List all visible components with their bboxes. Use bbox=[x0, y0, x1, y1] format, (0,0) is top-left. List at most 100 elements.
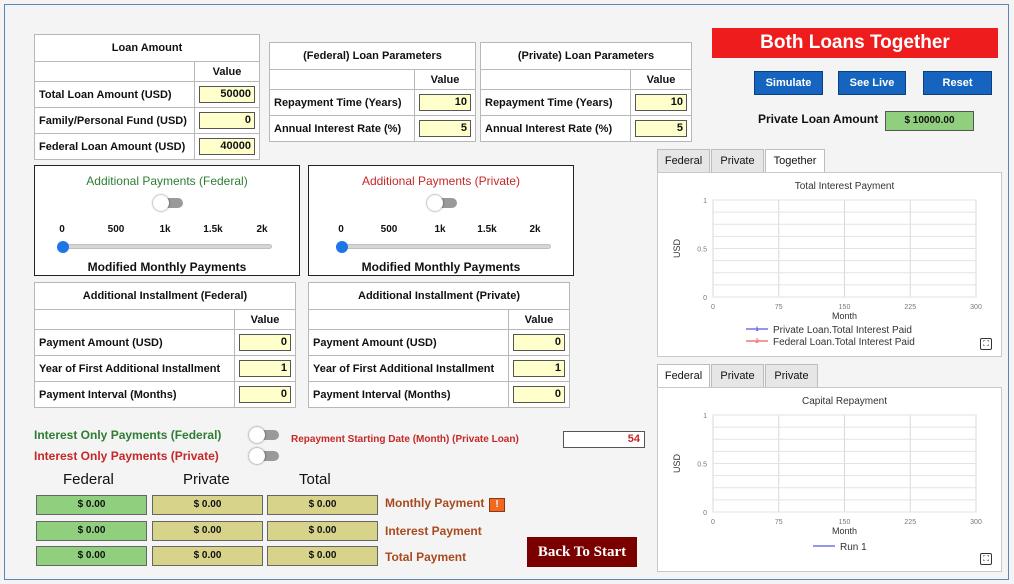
fed-interval-label: Payment Interval (Months) bbox=[34, 381, 235, 408]
fed-first-year-label: Year of First Additional Installment bbox=[34, 355, 235, 382]
results-header-private: Private bbox=[183, 471, 230, 488]
x-tick-label: 225 bbox=[904, 519, 916, 526]
total-loan-input[interactable]: 50000 bbox=[199, 86, 255, 103]
private-params-table: (Private) Loan Parameters Value Repaymen… bbox=[480, 42, 692, 142]
tab-private[interactable]: Private bbox=[711, 149, 764, 173]
x-tick-label: 225 bbox=[904, 304, 916, 311]
pri-repay-time-input[interactable]: 10 bbox=[635, 94, 687, 111]
legend-entry: Private Loan.Total Interest Paid bbox=[773, 325, 912, 336]
addpay-federal-ticks: 0 500 1k 1.5k 2k bbox=[35, 224, 299, 236]
tab-federal[interactable]: Federal bbox=[657, 149, 710, 173]
tick-label: 1k bbox=[159, 224, 171, 235]
fed-payment-amount-input[interactable]: 0 bbox=[239, 334, 291, 351]
installment-federal-title: Additional Installment (Federal) bbox=[34, 282, 296, 310]
federal-loan-input[interactable]: 40000 bbox=[199, 138, 255, 155]
addpay-private-title: Additional Payments (Private) bbox=[361, 174, 521, 188]
additional-payments-federal-panel: Additional Payments (Federal) 0 500 1k 1… bbox=[34, 165, 300, 276]
value-header: Value bbox=[414, 69, 476, 90]
x-tick-label: 300 bbox=[970, 519, 982, 526]
chart-title: Capital Repayment bbox=[802, 396, 887, 407]
pri-payment-amount-label: Payment Amount (USD) bbox=[308, 329, 509, 356]
fed-interval-input[interactable]: 0 bbox=[239, 386, 291, 403]
addpay-private-slider-thumb[interactable] bbox=[336, 241, 348, 253]
legend-marker: 1 bbox=[755, 327, 759, 333]
family-fund-input[interactable]: 0 bbox=[199, 112, 255, 129]
value-header: Value bbox=[630, 69, 692, 90]
value-header: Value bbox=[508, 309, 570, 330]
interest-payment-label: Interest Payment bbox=[385, 524, 482, 538]
family-fund-label: Family/Personal Fund (USD) bbox=[34, 107, 195, 134]
tick-label: 2k bbox=[256, 224, 268, 235]
interest-only-private-toggle[interactable] bbox=[249, 448, 279, 464]
pri-rate-input[interactable]: 5 bbox=[635, 120, 687, 137]
addpay-private-slider-track[interactable] bbox=[341, 244, 551, 249]
x-axis-label: Month bbox=[832, 311, 857, 321]
x-tick-label: 150 bbox=[839, 519, 851, 526]
pri-interval-label: Payment Interval (Months) bbox=[308, 381, 509, 408]
simulate-button[interactable]: Simulate bbox=[754, 71, 823, 95]
tab-federal[interactable]: Federal bbox=[657, 364, 710, 388]
chart-tabs-top: Federal Private Together bbox=[657, 149, 857, 173]
tab-together[interactable]: Together bbox=[765, 149, 825, 173]
addpay-private-modified-label: Modified Monthly Payments bbox=[361, 260, 521, 274]
interest-only-private-label: Interest Only Payments (Private) bbox=[34, 449, 219, 463]
addpay-federal-title: Additional Payments (Federal) bbox=[86, 174, 248, 188]
pri-interval-input[interactable]: 0 bbox=[513, 386, 565, 403]
interest-payment-federal: $ 0.00 bbox=[36, 521, 147, 541]
tab-private[interactable]: Private bbox=[711, 364, 764, 388]
addpay-federal-toggle[interactable] bbox=[153, 195, 183, 211]
monthly-payment-federal: $ 0.00 bbox=[36, 495, 147, 515]
back-to-start-button[interactable]: Back To Start bbox=[527, 537, 637, 567]
capital-repayment-chart: Capital Repayment 0 75 150 225 300 0 0.5 1 Month U… bbox=[672, 396, 982, 553]
y-axis-label: USD bbox=[672, 239, 682, 259]
fed-first-year-input[interactable]: 1 bbox=[239, 360, 291, 377]
private-params-title: (Private) Loan Parameters bbox=[480, 42, 692, 70]
total-payment-total: $ 0.00 bbox=[267, 546, 378, 566]
interest-only-federal-label: Interest Only Payments (Federal) bbox=[34, 428, 222, 442]
mode-banner: Both Loans Together bbox=[712, 28, 998, 58]
legend-entry: Federal Loan.Total Interest Paid bbox=[773, 337, 915, 348]
tick-label: 500 bbox=[107, 224, 125, 235]
total-payment-label: Total Payment bbox=[385, 550, 467, 564]
x-tick-label: 75 bbox=[775, 304, 783, 311]
pri-first-year-input[interactable]: 1 bbox=[513, 360, 565, 377]
expand-icon[interactable]: ⛶ bbox=[980, 338, 992, 350]
addpay-private-toggle[interactable] bbox=[427, 195, 457, 211]
loan-amount-title: Loan Amount bbox=[34, 34, 260, 62]
federal-params-title: (Federal) Loan Parameters bbox=[269, 42, 476, 70]
x-tick-label: 75 bbox=[775, 519, 783, 526]
federal-params-table: (Federal) Loan Parameters Value Repaymen… bbox=[269, 42, 476, 142]
pri-first-year-label: Year of First Additional Installment bbox=[308, 355, 509, 382]
addpay-federal-slider-thumb[interactable] bbox=[57, 241, 69, 253]
fed-repay-time-input[interactable]: 10 bbox=[419, 94, 471, 111]
value-header: Value bbox=[234, 309, 296, 330]
repay-start-input[interactable]: 54 bbox=[563, 431, 645, 448]
pri-payment-amount-input[interactable]: 0 bbox=[513, 334, 565, 351]
expand-icon[interactable]: ⛶ bbox=[980, 553, 992, 565]
chart-tabs-bottom: Federal Private Private bbox=[657, 364, 857, 388]
addpay-private-ticks: 0 500 1k 1.5k 2k bbox=[309, 224, 573, 236]
tick-label: 0 bbox=[59, 224, 65, 235]
federal-loan-label: Federal Loan Amount (USD) bbox=[34, 133, 195, 160]
warning-icon[interactable]: ! bbox=[489, 498, 505, 512]
repay-start-label: Repayment Starting Date (Month) (Private… bbox=[291, 434, 519, 445]
monthly-payment-total: $ 0.00 bbox=[267, 495, 378, 515]
tick-label: 1.5k bbox=[477, 224, 497, 235]
fed-rate-input[interactable]: 5 bbox=[419, 120, 471, 137]
y-axis-label: USD bbox=[672, 454, 682, 474]
interest-payment-private: $ 0.00 bbox=[152, 521, 263, 541]
y-tick-label: 1 bbox=[703, 198, 707, 205]
addpay-federal-slider-track[interactable] bbox=[62, 244, 272, 249]
fed-payment-amount-label: Payment Amount (USD) bbox=[34, 329, 235, 356]
interest-only-federal-toggle[interactable] bbox=[249, 427, 279, 443]
app-frame: Loan Amount Value Total Loan Amount (USD… bbox=[4, 4, 1009, 580]
tick-label: 1k bbox=[434, 224, 446, 235]
reset-button[interactable]: Reset bbox=[923, 71, 992, 95]
y-tick-label: 0 bbox=[703, 295, 707, 302]
pri-repay-time-label: Repayment Time (Years) bbox=[480, 89, 631, 116]
total-interest-chart-panel: Total Interest Payment 0 75 150 225 300 0 0.5 1 M… bbox=[657, 172, 1002, 357]
y-tick-label: 0.5 bbox=[697, 247, 707, 254]
results-header-total: Total bbox=[299, 471, 331, 488]
see-live-button[interactable]: See Live bbox=[838, 71, 906, 95]
tab-private-2[interactable]: Private bbox=[765, 364, 818, 388]
